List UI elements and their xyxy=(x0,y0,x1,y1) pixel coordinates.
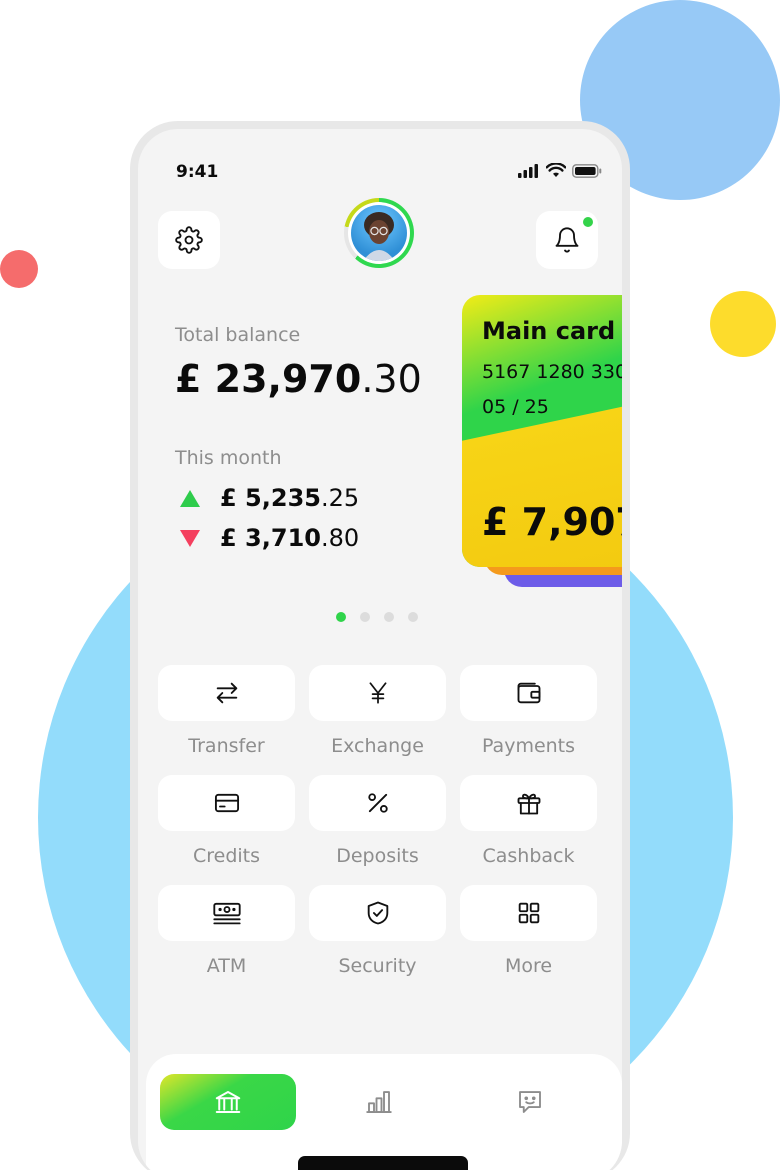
action-label: Security xyxy=(338,955,417,977)
pager-dot[interactable] xyxy=(408,612,418,622)
avatar-frame xyxy=(348,202,410,264)
card-number: 5167 1280 330 xyxy=(482,361,622,383)
action-cashback[interactable]: Cashback xyxy=(460,775,597,869)
income-amount: £ 5,235.25 xyxy=(220,484,359,512)
bank-icon xyxy=(215,1091,241,1113)
credits-button[interactable] xyxy=(158,775,295,831)
profile-avatar[interactable] xyxy=(344,198,414,268)
notification-badge xyxy=(583,217,593,227)
wallet-icon xyxy=(517,682,540,704)
total-balance-label: Total balance xyxy=(175,324,301,346)
quick-actions-grid: Transfer Exchange Payments Credits Depos… xyxy=(158,665,598,979)
deposits-button[interactable] xyxy=(309,775,446,831)
total-balance-main: £ 23,970 xyxy=(175,357,362,401)
action-label: Transfer xyxy=(188,735,265,757)
payments-button[interactable] xyxy=(460,665,597,721)
expense-decimal: .80 xyxy=(320,524,360,552)
tab-home[interactable] xyxy=(160,1074,296,1130)
action-payments[interactable]: Payments xyxy=(460,665,597,759)
grid-icon xyxy=(518,902,539,924)
expense-amount: £ 3,710.80 xyxy=(220,524,359,552)
action-transfer[interactable]: Transfer xyxy=(158,665,295,759)
main-card[interactable]: Main card 5167 1280 330 05 / 25 £ 7,907 xyxy=(462,295,622,567)
percent-icon xyxy=(367,793,388,813)
action-exchange[interactable]: Exchange xyxy=(309,665,446,759)
atm-button[interactable] xyxy=(158,885,295,941)
security-button[interactable] xyxy=(309,885,446,941)
bottom-tab-bar xyxy=(146,1054,622,1170)
total-balance-amount: £ 23,970.30 xyxy=(175,357,422,401)
gift-icon xyxy=(517,793,540,815)
decor-circle-yellow xyxy=(710,291,776,357)
status-time: 9:41 xyxy=(176,162,219,182)
action-label: More xyxy=(504,955,553,977)
income-row: £ 5,235.25 xyxy=(180,484,359,512)
carousel-pager xyxy=(336,612,418,622)
battery-icon xyxy=(572,163,602,178)
more-button[interactable] xyxy=(460,885,597,941)
bell-icon xyxy=(555,227,579,253)
app-screen: 9:41 Total balance £ 23,970.30 This mont… xyxy=(138,129,622,1170)
action-deposits[interactable]: Deposits xyxy=(309,775,446,869)
card-title: Main card xyxy=(482,317,616,345)
action-security[interactable]: Security xyxy=(309,885,446,979)
credit-card-icon xyxy=(214,793,239,813)
yen-icon xyxy=(369,682,386,704)
action-label: Credits xyxy=(192,845,261,867)
arrow-down-icon xyxy=(180,529,200,547)
avatar-photo xyxy=(351,205,407,261)
settings-button[interactable] xyxy=(158,211,220,269)
action-label: Deposits xyxy=(336,845,419,867)
action-more[interactable]: More xyxy=(460,885,597,979)
exchange-button[interactable] xyxy=(309,665,446,721)
action-label: Exchange xyxy=(331,735,424,757)
transfer-icon xyxy=(216,682,237,704)
gear-icon xyxy=(175,226,203,254)
card-expiry: 05 / 25 xyxy=(482,396,549,418)
tab-support[interactable] xyxy=(462,1074,598,1130)
cashback-button[interactable] xyxy=(460,775,597,831)
action-label: Payments xyxy=(481,735,576,757)
atm-icon xyxy=(212,902,241,925)
action-atm[interactable]: ATM xyxy=(158,885,295,979)
phone-frame: 9:41 Total balance £ 23,970.30 This mont… xyxy=(130,121,630,1170)
expense-main: £ 3,710 xyxy=(220,524,321,552)
home-indicator xyxy=(298,1156,468,1170)
status-icons xyxy=(518,163,602,178)
income-main: £ 5,235 xyxy=(220,484,321,512)
card-balance: £ 7,907 xyxy=(482,500,622,544)
total-balance-decimal: .30 xyxy=(361,357,422,401)
transfer-button[interactable] xyxy=(158,665,295,721)
income-decimal: .25 xyxy=(320,484,360,512)
this-month-label: This month xyxy=(175,447,282,469)
card-carousel[interactable]: Main card 5167 1280 330 05 / 25 £ 7,907 xyxy=(462,295,622,595)
expense-row: £ 3,710.80 xyxy=(180,524,359,552)
action-credits[interactable]: Credits xyxy=(158,775,295,869)
signal-icon xyxy=(518,163,538,178)
person-icon xyxy=(363,212,395,261)
action-label: ATM xyxy=(206,955,247,977)
notifications-button[interactable] xyxy=(536,211,598,269)
chart-icon xyxy=(366,1091,392,1113)
pager-dot[interactable] xyxy=(384,612,394,622)
arrow-up-icon xyxy=(180,489,200,507)
pager-dot[interactable] xyxy=(360,612,370,622)
wifi-icon xyxy=(546,163,566,177)
decor-circle-red xyxy=(0,250,38,288)
chat-icon xyxy=(519,1091,541,1113)
shield-icon xyxy=(367,901,388,925)
tab-analytics[interactable] xyxy=(311,1074,447,1130)
pager-dot[interactable] xyxy=(336,612,346,622)
action-label: Cashback xyxy=(482,845,575,867)
